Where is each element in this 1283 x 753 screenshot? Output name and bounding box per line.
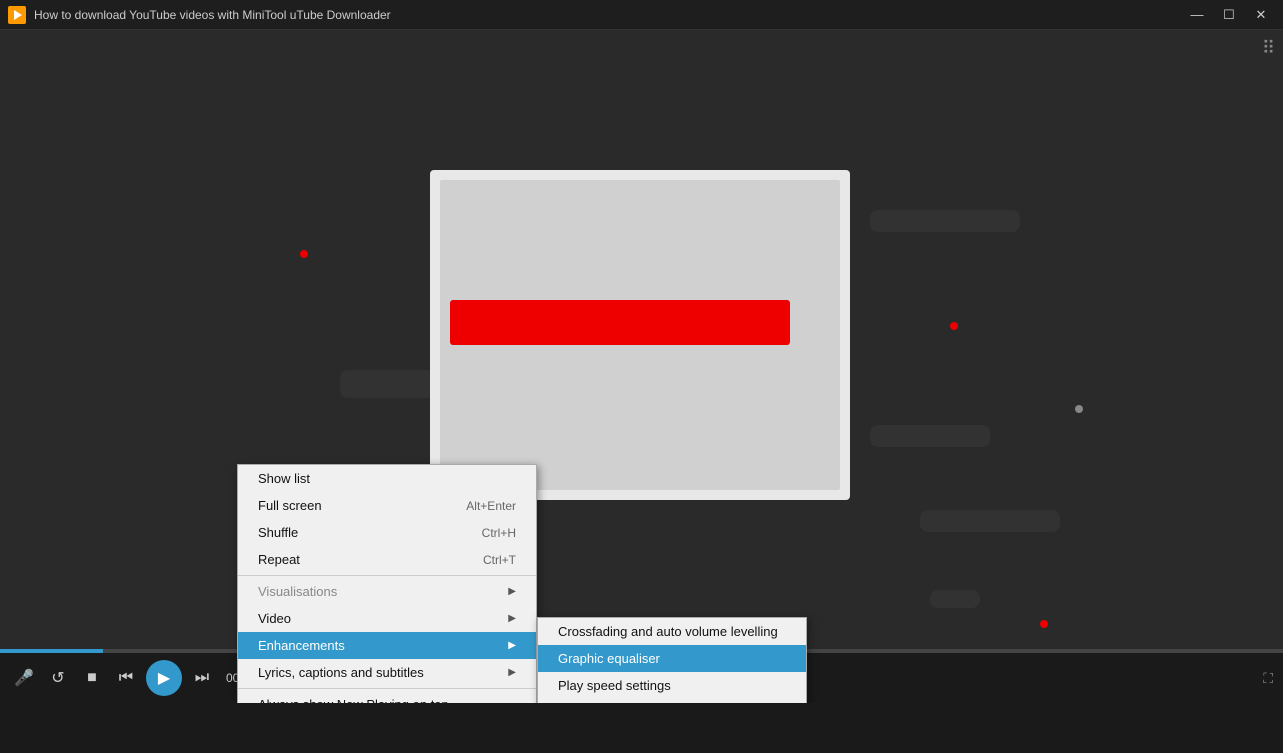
menu-item-video[interactable]: Video ▶ — [238, 605, 536, 632]
maximize-button[interactable]: ☐ — [1215, 5, 1243, 25]
menu-item-enhancements[interactable]: Enhancements ▶ — [238, 632, 536, 659]
titlebar-controls: — ☐ ✕ — [1183, 5, 1275, 25]
menu-item-full-screen[interactable]: Full screen Alt+Enter — [238, 492, 536, 519]
submenu-item-crossfading[interactable]: Crossfading and auto volume levelling — [538, 618, 806, 645]
video-red-bar — [450, 300, 790, 345]
window-title: How to download YouTube videos with Mini… — [34, 8, 391, 22]
app-icon — [8, 6, 26, 24]
submenu-item-play-speed[interactable]: Play speed settings — [538, 672, 806, 699]
menu-item-repeat[interactable]: Repeat Ctrl+T — [238, 546, 536, 573]
enhancements-submenu: Crossfading and auto volume levelling Gr… — [537, 617, 807, 703]
fullscreen-button[interactable]: ⛶ — [1263, 670, 1273, 687]
menu-item-shuffle[interactable]: Shuffle Ctrl+H — [238, 519, 536, 546]
titlebar: How to download YouTube videos with Mini… — [0, 0, 1283, 30]
video-frame-inner — [440, 180, 840, 490]
repeat-button[interactable]: ↺ — [44, 664, 72, 692]
menu-item-visualisations[interactable]: Visualisations ▶ — [238, 578, 536, 605]
submenu-item-graphic-eq[interactable]: Graphic equaliser — [538, 645, 806, 672]
play-button[interactable]: ▶ — [146, 660, 182, 696]
titlebar-left: How to download YouTube videos with Mini… — [8, 6, 391, 24]
stop-button[interactable]: ■ — [78, 664, 106, 692]
minimize-button[interactable]: — — [1183, 5, 1211, 25]
context-menu: Show list Full screen Alt+Enter Shuffle … — [237, 464, 537, 703]
video-frame — [430, 170, 850, 500]
menu-item-show-list[interactable]: Show list — [238, 465, 536, 492]
close-button[interactable]: ✕ — [1247, 5, 1275, 25]
menu-sep-2 — [238, 688, 536, 689]
prev-button[interactable]: ⏮ — [112, 664, 140, 692]
menu-item-lyrics[interactable]: Lyrics, captions and subtitles ▶ — [238, 659, 536, 686]
video-area: ⠿ Show list Full screen Alt+Enter Shuffl… — [0, 30, 1283, 703]
dots-icon[interactable]: ⠿ — [1262, 38, 1275, 59]
mic-button[interactable]: 🎤 — [10, 664, 38, 692]
menu-sep-1 — [238, 575, 536, 576]
next-button[interactable]: ⏭ — [188, 664, 216, 692]
menu-item-always-show[interactable]: Always show Now Playing on top — [238, 691, 536, 703]
submenu-item-quiet-mode[interactable]: Quiet mode — [538, 699, 806, 703]
